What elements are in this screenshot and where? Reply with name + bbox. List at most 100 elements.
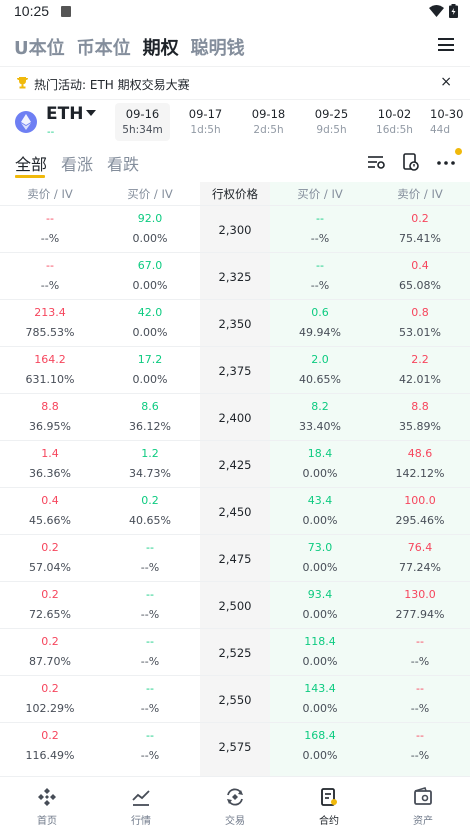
nav-tab-usdm[interactable]: U本位 bbox=[14, 34, 65, 60]
call-ask-price[interactable]: 0.2 bbox=[0, 588, 100, 601]
asset-selector[interactable]: ETH bbox=[46, 104, 83, 124]
call-ask-price[interactable]: -- bbox=[0, 259, 100, 272]
expiry-tab[interactable]: 09-16 5h:34m bbox=[115, 103, 170, 141]
put-ask-iv: 295.46% bbox=[395, 514, 445, 527]
call-bid-price[interactable]: -- bbox=[100, 729, 200, 742]
nav-tab-options[interactable]: 期权 bbox=[143, 34, 179, 60]
expiry-tabs: 09-16 5h:34m 09-17 1d:5h 09-18 2d:5h 09-… bbox=[115, 103, 470, 141]
bottom-nav-trade[interactable]: 交易 bbox=[188, 777, 282, 836]
call-ask-price[interactable]: 0.2 bbox=[0, 541, 100, 554]
call-bid-price[interactable]: -- bbox=[100, 541, 200, 554]
expiry-tab[interactable]: 09-17 1d:5h bbox=[178, 103, 233, 141]
put-ask-price[interactable]: 8.8 bbox=[370, 400, 470, 413]
call-ask-price[interactable]: -- bbox=[0, 212, 100, 225]
put-bid-price[interactable]: 18.4 bbox=[270, 447, 370, 460]
filter-tab-all[interactable]: 全部 bbox=[15, 151, 47, 175]
put-bid-price[interactable]: 143.4 bbox=[270, 682, 370, 695]
bottom-nav-assets[interactable]: 资产 bbox=[376, 777, 470, 836]
menu-icon[interactable] bbox=[438, 38, 454, 51]
call-ask-price[interactable]: 164.2 bbox=[0, 353, 100, 366]
call-bid-price[interactable]: -- bbox=[100, 682, 200, 695]
expiry-tab[interactable]: 10-30 44d bbox=[430, 103, 470, 141]
put-bid-price[interactable]: 118.4 bbox=[270, 635, 370, 648]
call-ask-iv: 631.10% bbox=[25, 373, 75, 386]
put-bid-price[interactable]: 93.4 bbox=[270, 588, 370, 601]
filter-tab-puts[interactable]: 看跌 bbox=[107, 151, 139, 175]
call-ask-price[interactable]: 1.4 bbox=[0, 447, 100, 460]
put-bid-price[interactable]: 0.6 bbox=[270, 306, 370, 319]
call-ask-price[interactable]: 8.8 bbox=[0, 400, 100, 413]
more-menu[interactable] bbox=[436, 148, 462, 172]
call-bid-price[interactable]: 8.6 bbox=[100, 400, 200, 413]
put-bid-price[interactable]: 43.4 bbox=[270, 494, 370, 507]
strike-price: 2,500 bbox=[218, 599, 252, 613]
strike-price: 2,450 bbox=[218, 505, 252, 519]
put-ask-price[interactable]: 0.4 bbox=[370, 259, 470, 272]
call-bid-price[interactable]: 1.2 bbox=[100, 447, 200, 460]
call-bid-price[interactable]: 0.2 bbox=[100, 494, 200, 507]
put-bid-price[interactable]: 8.2 bbox=[270, 400, 370, 413]
call-bid-iv: --% bbox=[140, 655, 160, 668]
call-bid-price[interactable]: -- bbox=[100, 635, 200, 648]
put-ask-price[interactable]: 0.2 bbox=[370, 212, 470, 225]
call-bid-price[interactable]: 92.0 bbox=[100, 212, 200, 225]
call-ask-price[interactable]: 0.4 bbox=[0, 494, 100, 507]
put-ask-price[interactable]: 100.0 bbox=[370, 494, 470, 507]
call-ask-price[interactable]: 0.2 bbox=[0, 682, 100, 695]
close-icon[interactable]: × bbox=[440, 74, 452, 90]
bottom-nav-home[interactable]: 首页 bbox=[0, 777, 94, 836]
put-ask-price[interactable]: -- bbox=[370, 729, 470, 742]
more-icon[interactable] bbox=[436, 152, 456, 172]
call-bid-price[interactable]: 42.0 bbox=[100, 306, 200, 319]
put-ask-price[interactable]: 48.6 bbox=[370, 447, 470, 460]
bottom-nav-markets[interactable]: 行情 bbox=[94, 777, 188, 836]
put-bid-price[interactable]: 2.0 bbox=[270, 353, 370, 366]
call-bid-price[interactable]: -- bbox=[100, 588, 200, 601]
call-bid-price[interactable]: 17.2 bbox=[100, 353, 200, 366]
expiry-date: 09-18 bbox=[251, 107, 286, 121]
filter-tab-calls[interactable]: 看涨 bbox=[61, 151, 93, 175]
strike-price: 2,350 bbox=[218, 317, 252, 331]
trophy-icon bbox=[17, 77, 28, 89]
put-ask-price[interactable]: 2.2 bbox=[370, 353, 470, 366]
bottom-nav-label: 首页 bbox=[37, 816, 57, 827]
caret-down-icon[interactable] bbox=[86, 110, 96, 116]
put-bid-iv: --% bbox=[310, 279, 330, 292]
call-ask-price[interactable]: 0.2 bbox=[0, 635, 100, 648]
active-tab-indicator bbox=[15, 175, 45, 178]
expiry-tab[interactable]: 09-25 9d:5h bbox=[304, 103, 359, 141]
put-ask-price[interactable]: -- bbox=[370, 682, 470, 695]
put-ask-price[interactable]: 130.0 bbox=[370, 588, 470, 601]
bottom-nav-futures[interactable]: 合约 bbox=[282, 777, 376, 836]
call-bid-price[interactable]: 67.0 bbox=[100, 259, 200, 272]
call-ask-iv: 102.29% bbox=[25, 702, 75, 715]
nav-tab-smart-money[interactable]: 聪明钱 bbox=[191, 34, 245, 60]
call-bid-iv: --% bbox=[140, 561, 160, 574]
settings-filter-icon[interactable] bbox=[366, 152, 386, 172]
status-icons bbox=[429, 4, 458, 18]
put-ask-price[interactable]: 0.8 bbox=[370, 306, 470, 319]
bottom-nav-label: 合约 bbox=[319, 816, 339, 827]
put-ask-price[interactable]: 76.4 bbox=[370, 541, 470, 554]
expiry-countdown: 5h:34m bbox=[122, 124, 163, 136]
option-row: 0.2 87.70% -- --% 118.4 0.00% -- --% 2,525 bbox=[0, 628, 470, 675]
order-history-icon[interactable] bbox=[401, 152, 421, 172]
put-bid-price[interactable]: 73.0 bbox=[270, 541, 370, 554]
nav-tab-coinm[interactable]: 币本位 bbox=[77, 34, 131, 60]
put-bid-iv: 0.00% bbox=[302, 749, 338, 762]
call-ask-price[interactable]: 213.4 bbox=[0, 306, 100, 319]
put-bid-price[interactable]: -- bbox=[270, 212, 370, 225]
put-ask-iv: 75.41% bbox=[399, 232, 441, 245]
expiry-tab[interactable]: 09-18 2d:5h bbox=[241, 103, 296, 141]
strike-price: 2,375 bbox=[218, 364, 252, 378]
bottom-nav-label: 交易 bbox=[225, 816, 245, 827]
option-row: 0.4 45.66% 0.2 40.65% 43.4 0.00% 100.0 295.46% 2… bbox=[0, 487, 470, 534]
put-ask-price[interactable]: -- bbox=[370, 635, 470, 648]
put-bid-price[interactable]: 168.4 bbox=[270, 729, 370, 742]
promo-banner[interactable]: 热门活动: ETH 期权交易大赛 × bbox=[0, 66, 470, 100]
put-bid-iv: 49.94% bbox=[299, 326, 341, 339]
put-ask-iv: --% bbox=[410, 749, 430, 762]
put-bid-price[interactable]: -- bbox=[270, 259, 370, 272]
expiry-tab[interactable]: 10-02 16d:5h bbox=[367, 103, 422, 141]
call-ask-price[interactable]: 0.2 bbox=[0, 729, 100, 742]
